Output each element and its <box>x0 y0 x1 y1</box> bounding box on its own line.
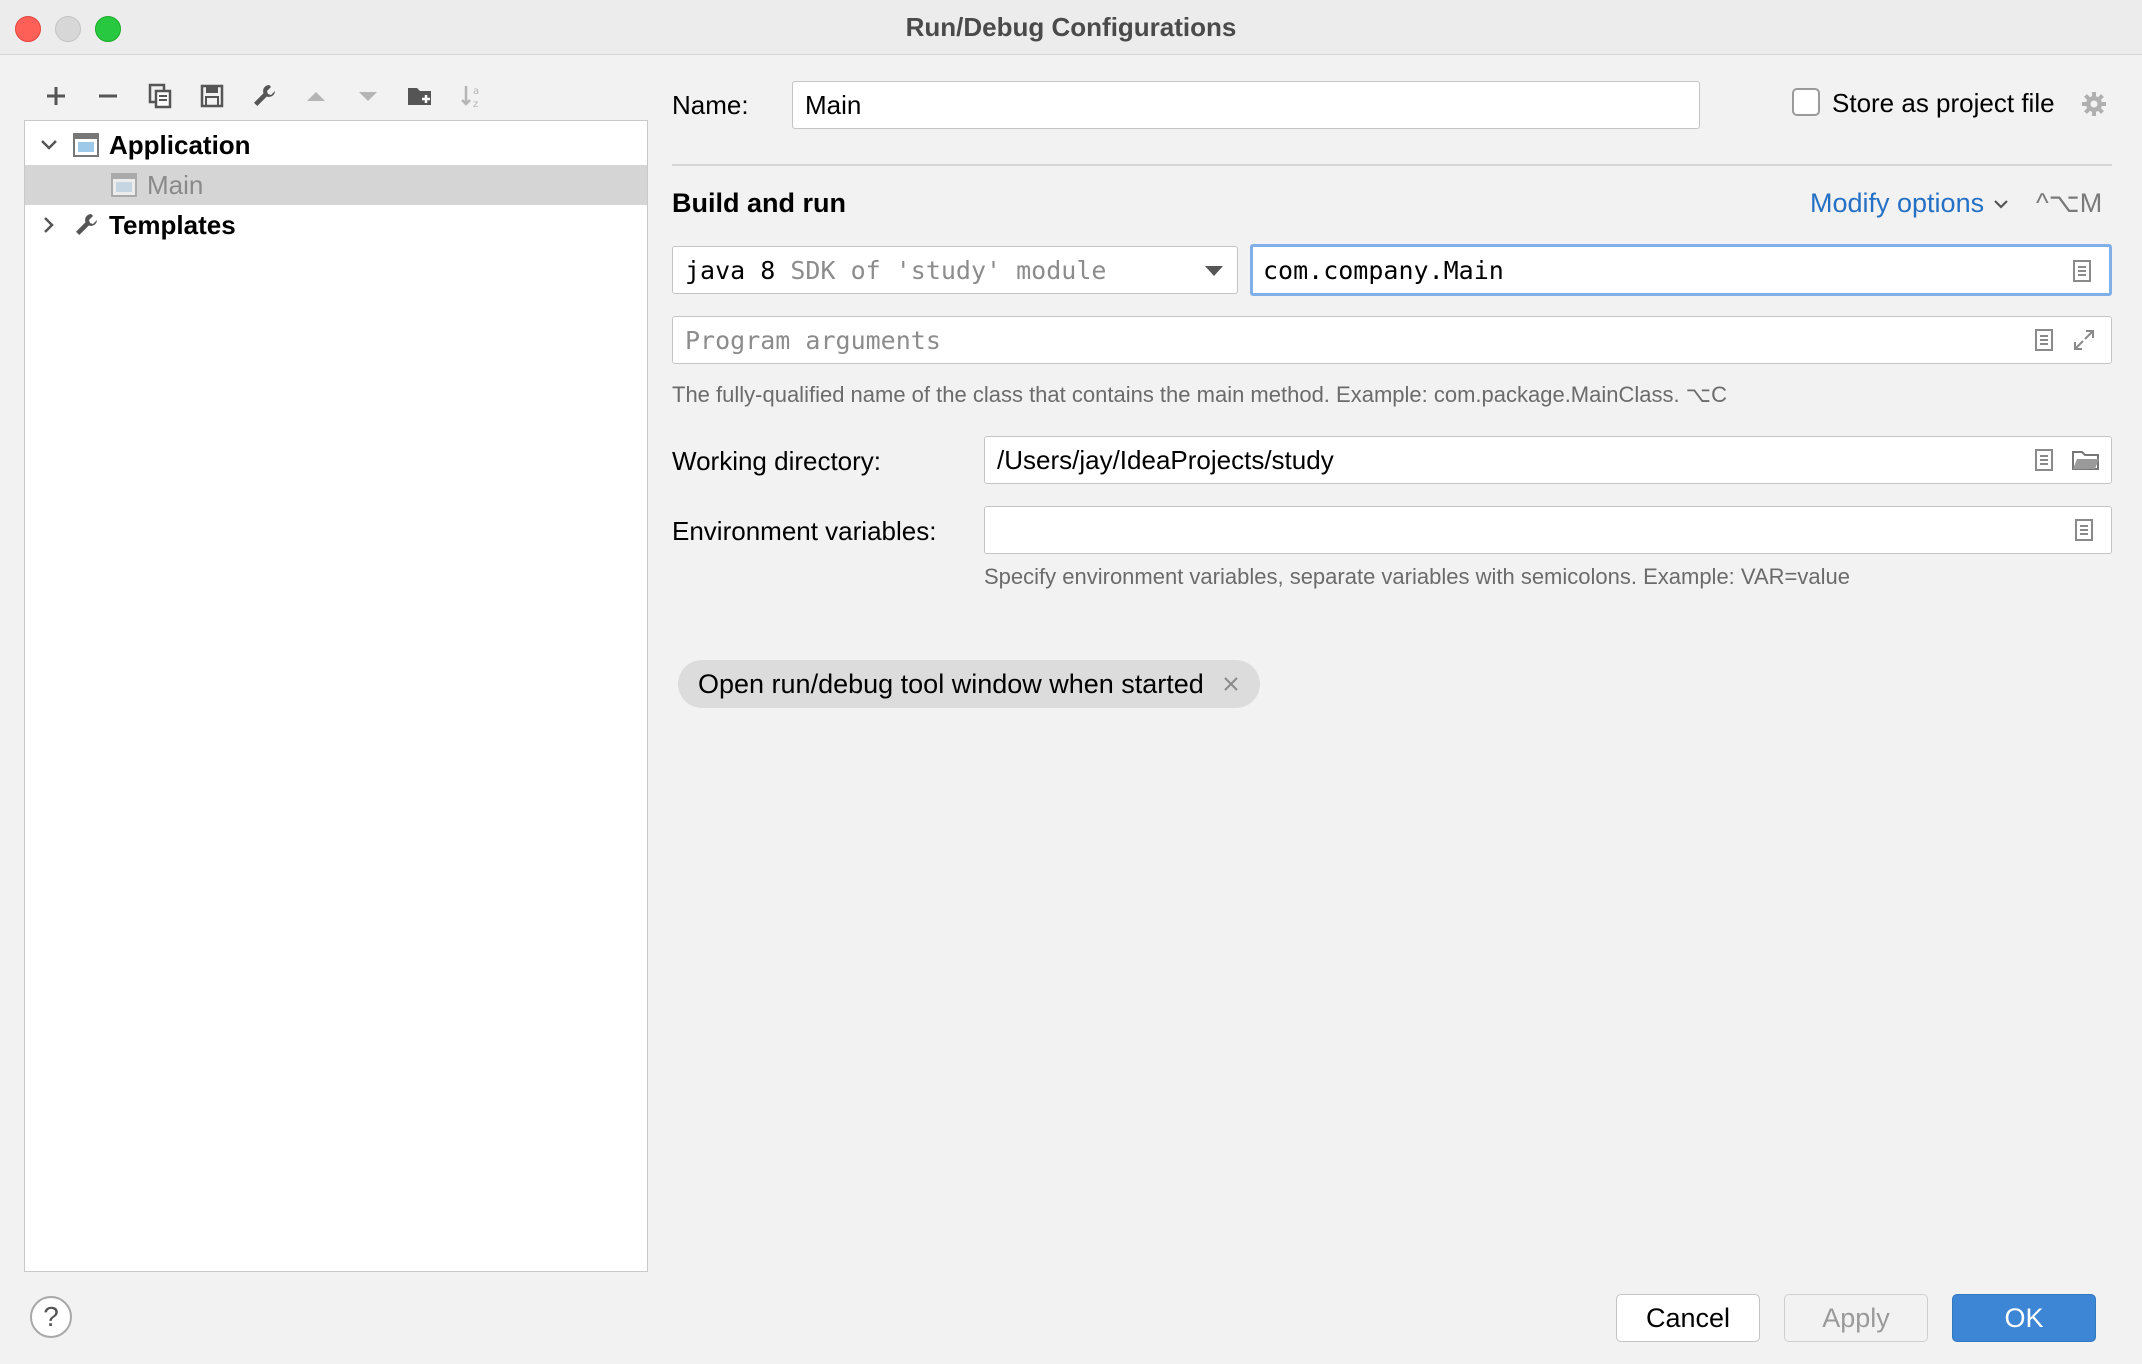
jre-description: SDK of 'study' module <box>775 255 1107 285</box>
tree-item-application[interactable]: Application <box>25 125 647 165</box>
open-tool-window-chip[interactable]: Open run/debug tool window when started <box>678 660 1260 708</box>
name-value: Main <box>805 89 862 120</box>
svg-text:z: z <box>473 99 478 110</box>
copy-button[interactable] <box>134 78 186 114</box>
insert-macro-icon[interactable] <box>2031 447 2057 473</box>
new-folder-icon <box>408 88 431 105</box>
application-icon <box>111 173 137 197</box>
name-input[interactable]: Main <box>792 81 1700 129</box>
title-bar: Run/Debug Configurations <box>0 0 2142 55</box>
tree-item-label: Application <box>109 129 251 160</box>
move-down-icon <box>359 92 377 101</box>
remove-icon <box>99 94 117 98</box>
dropdown-arrow-icon <box>1205 266 1223 276</box>
chevron-down-icon <box>1994 199 2008 209</box>
tree-item-templates[interactable]: Templates <box>25 205 647 245</box>
copy-icon <box>148 83 172 109</box>
browse-class-icon[interactable] <box>2069 258 2095 284</box>
folder-browse-icon[interactable] <box>2071 447 2101 473</box>
separator <box>672 164 2112 166</box>
new-folder-button[interactable] <box>394 78 446 114</box>
application-icon <box>73 133 99 157</box>
build-and-run-title: Build and run <box>672 188 846 218</box>
save-button[interactable] <box>186 78 238 114</box>
config-toolbar: az <box>30 78 498 114</box>
insert-macro-icon[interactable] <box>2031 327 2057 353</box>
help-button[interactable]: ? <box>30 1296 72 1338</box>
working-directory-label: Working directory: <box>672 446 882 476</box>
edit-environment-icon[interactable] <box>2071 517 2097 543</box>
gear-icon[interactable] <box>2080 90 2108 118</box>
save-icon <box>200 84 224 108</box>
working-directory-input[interactable]: /Users/jay/IdeaProjects/study <box>984 436 2112 484</box>
program-arguments-input[interactable]: Program arguments <box>672 316 2112 364</box>
chevron-right-icon[interactable] <box>35 211 63 239</box>
remove-button[interactable] <box>82 78 134 114</box>
ok-button[interactable]: OK <box>1952 1294 2096 1342</box>
move-down-button[interactable] <box>342 78 394 114</box>
name-label: Name: <box>672 90 749 120</box>
move-up-button[interactable] <box>290 78 342 114</box>
main-class-value: com.company.Main <box>1263 255 1504 285</box>
cancel-button[interactable]: Cancel <box>1616 1294 1760 1342</box>
modify-options-shortcut: ^⌥M <box>2036 188 2103 218</box>
wrench-icon <box>254 85 275 106</box>
tree-item-label: Main <box>147 169 204 200</box>
svg-text:a: a <box>473 86 479 97</box>
close-icon[interactable] <box>1222 675 1240 693</box>
main-class-hint: The fully-qualified name of the class th… <box>672 382 1727 407</box>
jre-version: java 8 <box>685 255 776 285</box>
tree-item-main[interactable]: Main <box>25 165 647 205</box>
program-arguments-placeholder: Program arguments <box>685 325 941 355</box>
environment-variables-input[interactable] <box>984 506 2112 554</box>
edit-templates-button[interactable] <box>238 78 290 114</box>
chevron-down-icon[interactable] <box>35 131 63 159</box>
modify-options-link[interactable]: Modify options <box>1810 188 2010 219</box>
expand-icon[interactable] <box>2071 327 2097 353</box>
window-title: Run/Debug Configurations <box>905 12 1237 42</box>
tree-item-label: Templates <box>109 209 236 240</box>
configuration-tree: Application Main Templates <box>24 120 648 1272</box>
working-directory-value: /Users/jay/IdeaProjects/study <box>997 444 1334 475</box>
environment-variables-label: Environment variables: <box>672 516 937 546</box>
store-as-project-file-checkbox[interactable] <box>1792 88 1820 116</box>
jre-select[interactable]: java 8 SDK of 'study' module <box>672 246 1238 294</box>
environment-variables-hint: Specify environment variables, separate … <box>984 564 1850 589</box>
add-button[interactable] <box>30 78 82 114</box>
run-debug-dialog: Run/Debug Configurations az Application … <box>0 0 2142 1364</box>
store-as-project-file-label: Store as project file <box>1832 88 2055 118</box>
apply-button[interactable]: Apply <box>1784 1294 1928 1342</box>
add-icon <box>47 87 65 105</box>
sort-button[interactable]: az <box>446 78 498 114</box>
modify-options-label: Modify options <box>1810 188 1985 218</box>
sort-icon: az <box>461 86 479 110</box>
wrench-icon <box>76 214 97 235</box>
chip-label: Open run/debug tool window when started <box>698 668 1204 699</box>
main-class-input[interactable]: com.company.Main <box>1250 244 2112 296</box>
move-up-icon <box>307 92 325 101</box>
